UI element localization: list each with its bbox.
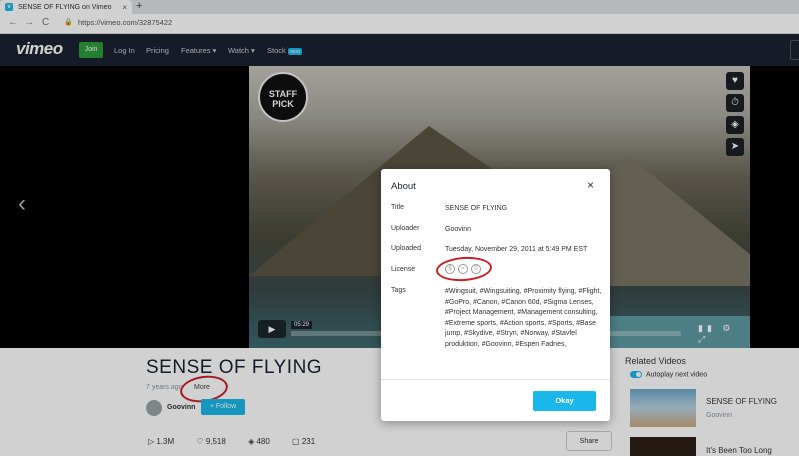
title-label: Title [391,204,404,211]
tags-label: Tags [391,287,406,294]
red-annotation-circle [435,255,493,283]
license-label: License [391,266,416,273]
uploaded-label: Uploaded [391,245,421,252]
uploader-label: Uploader [391,225,420,232]
close-icon[interactable]: × [587,178,594,192]
dialog-footer: Okay [381,379,610,421]
dialog-title: About [391,181,416,192]
about-dialog: About × Title SENSE OF FLYING Uploader G… [381,169,610,421]
uploaded-value: Tuesday, November 29, 2011 at 5:49 PM ES… [445,246,588,253]
title-value: SENSE OF FLYING [445,205,508,212]
okay-button[interactable]: Okay [533,391,596,411]
uploader-value[interactable]: Goovinn [445,225,603,236]
tags-value[interactable]: #Wingsuit, #Wingsuiting, #Proximity flyi… [445,287,603,350]
